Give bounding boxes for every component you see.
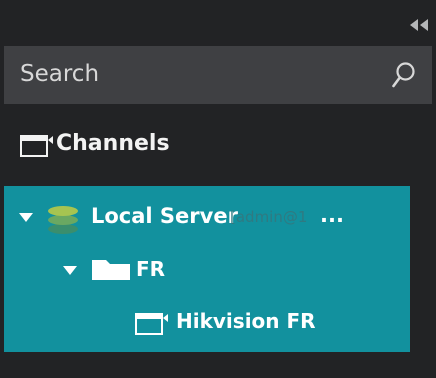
collapse-panel-button[interactable] <box>410 16 428 31</box>
expand-caret-icon[interactable] <box>19 213 33 222</box>
server-name: Local Server <box>91 204 238 228</box>
channels-title: Channels <box>56 131 170 156</box>
tree-item-local-server[interactable]: Local Server [admin@1 ... <box>4 191 410 241</box>
folder-icon <box>92 260 130 280</box>
expand-caret-icon[interactable] <box>63 266 77 275</box>
folder-name: FR <box>136 257 166 281</box>
camera-monitor-icon <box>20 135 53 157</box>
search-icon[interactable] <box>392 61 416 89</box>
search-input[interactable]: Search <box>4 46 432 104</box>
double-chevron-left-icon <box>410 19 428 31</box>
camera-monitor-icon <box>135 313 168 335</box>
channel-tree: Local Server [admin@1 ... FR Hikvision F… <box>4 186 410 352</box>
server-stack-icon <box>48 206 78 234</box>
tree-item-camera-hikvision-fr[interactable]: Hikvision FR <box>4 298 410 348</box>
camera-name: Hikvision FR <box>176 309 316 333</box>
panel-topbar <box>0 0 436 42</box>
tree-item-folder-fr[interactable]: FR <box>4 244 410 294</box>
channels-section-header: Channels <box>20 124 420 164</box>
server-ellipsis: ... <box>320 203 344 227</box>
search-placeholder[interactable]: Search <box>20 61 99 87</box>
server-user-hint: [admin@1 <box>230 208 308 226</box>
channels-panel: Search Channels Local Server [admin@1 ..… <box>0 0 436 378</box>
